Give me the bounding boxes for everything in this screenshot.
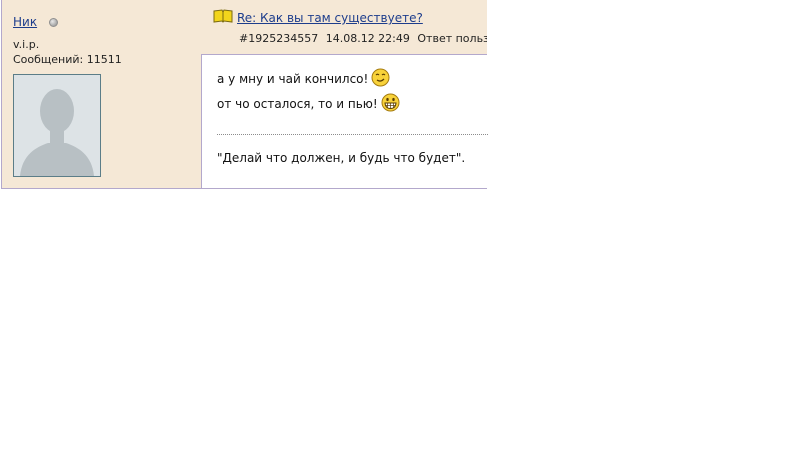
username-link[interactable]: Ник (13, 15, 37, 29)
user-rank: v.i.p. (13, 38, 40, 51)
message-text: от чо осталося, то и пью! (217, 97, 378, 111)
post-meta: #1925234557 14.08.12 22:49 Ответ пользо (239, 32, 487, 45)
default-avatar-icon (14, 75, 100, 176)
offline-status-icon (49, 18, 58, 27)
user-panel: Ник v.i.p. Сообщений: 11511 (2, 0, 202, 188)
post-datetime: 14.08.12 22:49 (325, 32, 410, 45)
user-signature: "Делай что должен, и будь что будет". (217, 151, 466, 165)
smirk-smiley-icon (371, 68, 390, 92)
user-post-count: Сообщений: 11511 (13, 53, 122, 66)
message-line-1: а у мну и чай кончилсо! (217, 68, 487, 93)
open-book-icon (213, 9, 233, 23)
post-title-link[interactable]: Re: Как вы там существуете? (237, 11, 423, 25)
post-header: Re: Как вы там существуете? #1925234557 … (201, 0, 487, 55)
message-line-2: от чо осталося, то и пью! (217, 93, 487, 118)
avatar[interactable] (13, 74, 101, 177)
post-body: а у мну и чай кончилсо! от чо осталося, … (217, 68, 487, 118)
forum-post: Ник v.i.p. Сообщений: 11511 Re: Как вы т… (1, 0, 488, 189)
reply-to-user-label: Ответ пользо (417, 32, 487, 45)
signature-divider (217, 134, 488, 135)
grin-smiley-icon (381, 93, 400, 117)
post-id[interactable]: #1925234557 (239, 32, 318, 45)
message-text: а у мну и чай кончилсо! (217, 72, 369, 86)
